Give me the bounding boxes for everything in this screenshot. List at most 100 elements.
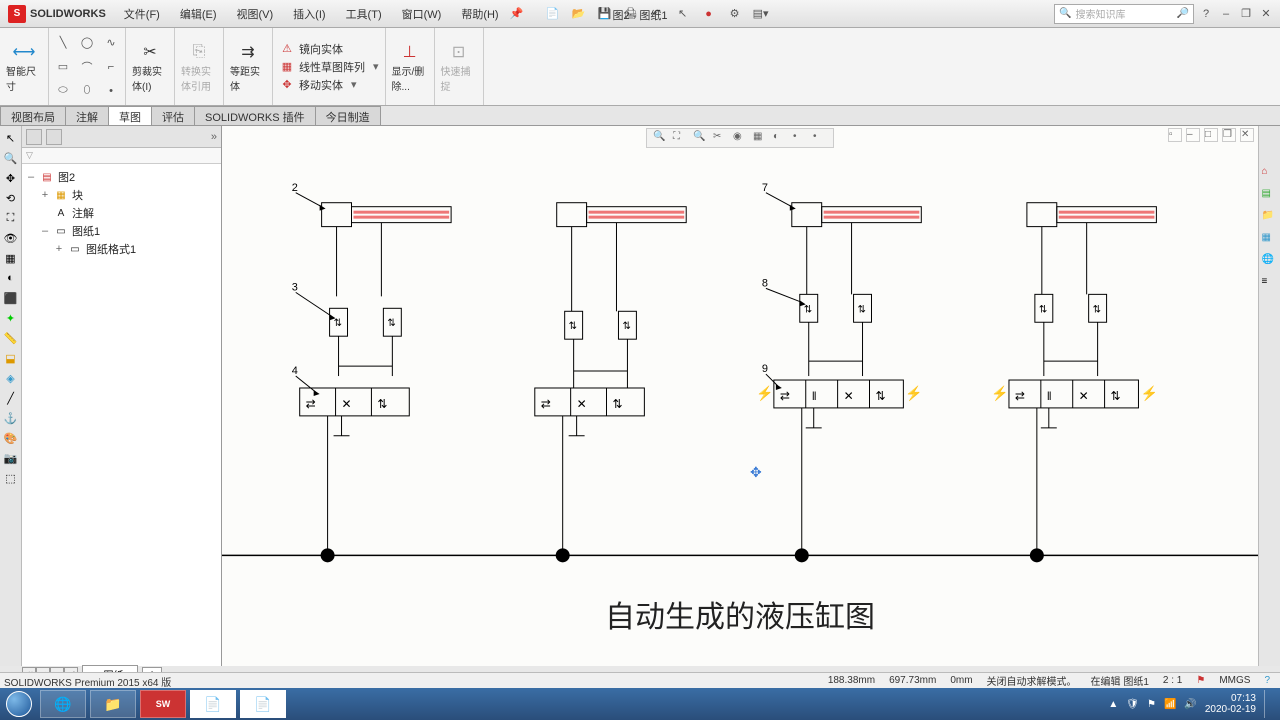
dropdown-icon[interactable]: ▾: [351, 78, 357, 91]
tab-today[interactable]: 今日制造: [315, 106, 381, 125]
appearances-icon[interactable]: 🌐: [1262, 254, 1278, 270]
menu-edit[interactable]: 编辑(E): [170, 6, 227, 22]
fillet-icon[interactable]: ⌐: [103, 59, 119, 75]
linear-pattern-button[interactable]: ▦线性草图阵列▾: [279, 59, 379, 75]
tree-tab1-icon[interactable]: [26, 129, 42, 145]
tray-up-icon[interactable]: ▲: [1108, 699, 1118, 710]
tray-clock[interactable]: 07:13 2020-02-19: [1205, 693, 1256, 715]
status-units[interactable]: MMGS: [1219, 675, 1250, 686]
task-app2[interactable]: 📄: [240, 690, 286, 718]
rect-icon[interactable]: ▭: [55, 59, 71, 75]
help-icon[interactable]: ?: [1198, 6, 1214, 22]
hide-show-icon[interactable]: ◐: [3, 270, 19, 286]
prev-view-icon[interactable]: 🔍: [693, 131, 707, 145]
menu-tools[interactable]: 工具(T): [336, 6, 392, 22]
tree-collapse-icon[interactable]: »: [211, 131, 217, 143]
pushpin-icon[interactable]: 📌: [509, 6, 525, 22]
file-explorer-icon[interactable]: 📁: [1262, 210, 1278, 226]
axis-icon[interactable]: ╱: [3, 390, 19, 406]
dropdown-icon[interactable]: ▾: [373, 60, 379, 73]
task-solidworks[interactable]: SW: [140, 690, 186, 718]
spline-icon[interactable]: ∿: [103, 35, 119, 51]
task-app1[interactable]: 📄: [190, 690, 236, 718]
tray-safety-icon[interactable]: 🛡: [1126, 699, 1139, 710]
display-style-icon[interactable]: ▦: [753, 131, 767, 145]
display-delete-button[interactable]: ⊥ 显示/删除...: [392, 41, 428, 93]
show-desktop[interactable]: [1264, 690, 1272, 718]
circle-icon[interactable]: ◯: [79, 35, 95, 51]
tab-viewlayout[interactable]: 视图布局: [0, 106, 66, 125]
tray-volume-icon[interactable]: 🔊: [1184, 699, 1196, 710]
line-icon[interactable]: ╲: [55, 35, 71, 51]
view-orientation-icon[interactable]: ◉: [733, 131, 747, 145]
options-icon[interactable]: ⚙: [727, 6, 743, 22]
dim-tool-icon[interactable]: ⬓: [3, 350, 19, 366]
slot-icon[interactable]: ⬭: [55, 83, 71, 99]
select-tool-icon[interactable]: ↖: [3, 130, 19, 146]
new-icon[interactable]: 📄: [545, 6, 561, 22]
point-icon[interactable]: •: [103, 83, 119, 99]
tab-evaluate[interactable]: 评估: [151, 106, 195, 125]
smart-dimension-button[interactable]: ⟷ 智能尺寸: [6, 41, 42, 93]
appearance-icon[interactable]: 🎨: [3, 430, 19, 446]
settings-dropdown-icon[interactable]: ▤▾: [753, 6, 769, 22]
custom-props-icon[interactable]: ≡: [1262, 276, 1278, 292]
rotate-icon[interactable]: ⟲: [3, 190, 19, 206]
drawing-canvas[interactable]: 🔍 ⛶ 🔍 ✂ ◉ ▦ ◐ • • ▫ – □ ❐ ✕ 2 3: [222, 126, 1258, 666]
move-entities-button[interactable]: ✥移动实体▾: [279, 77, 357, 93]
display-style-icon[interactable]: ▦: [3, 250, 19, 266]
section-view-icon[interactable]: ✂: [713, 131, 727, 145]
coord-icon[interactable]: ⚓: [3, 410, 19, 426]
edit-appearance-icon[interactable]: •: [793, 131, 807, 145]
select-icon[interactable]: ↖: [675, 6, 691, 22]
tree-filter[interactable]: ▽: [22, 148, 221, 164]
save-icon[interactable]: 💾: [597, 6, 613, 22]
render-icon[interactable]: ⬚: [3, 470, 19, 486]
pan-icon[interactable]: ✥: [3, 170, 19, 186]
mirror-button[interactable]: ⚠镜向实体: [279, 41, 343, 57]
tree-tab2-icon[interactable]: [46, 129, 62, 145]
measure-icon[interactable]: 📏: [3, 330, 19, 346]
menu-window[interactable]: 窗口(W): [392, 6, 452, 22]
tree-sheet1[interactable]: –▭图纸1: [26, 222, 217, 240]
win-normal-icon[interactable]: ▫: [1168, 128, 1182, 142]
start-button[interactable]: [0, 688, 38, 720]
hide-show-items-icon[interactable]: ◐: [773, 131, 787, 145]
search-go-icon[interactable]: 🔎: [1177, 8, 1189, 19]
zoom-fit-icon[interactable]: ⛶: [3, 210, 19, 226]
tab-sketch[interactable]: 草图: [108, 106, 152, 125]
tray-network-icon[interactable]: 📶: [1164, 699, 1176, 710]
restore-icon[interactable]: ❐: [1238, 6, 1254, 22]
rebuild-icon[interactable]: ●: [701, 6, 717, 22]
section-icon[interactable]: ⬛: [3, 290, 19, 306]
search-input[interactable]: 🔍 搜索知识库 🔎: [1054, 4, 1194, 24]
apply-scene-icon[interactable]: •: [813, 131, 827, 145]
tab-swaddins[interactable]: SOLIDWORKS 插件: [194, 106, 316, 125]
tab-annotate[interactable]: 注解: [65, 106, 109, 125]
view-palette-icon[interactable]: ▦: [1262, 232, 1278, 248]
menu-insert[interactable]: 插入(I): [283, 6, 335, 22]
tree-annotations[interactable]: A注解: [26, 204, 217, 222]
status-help-icon[interactable]: ?: [1264, 675, 1270, 686]
tray-action-icon[interactable]: ⚑: [1147, 699, 1156, 710]
open-icon[interactable]: 📂: [571, 6, 587, 22]
win-min-icon[interactable]: –: [1186, 128, 1200, 142]
menu-file[interactable]: 文件(F): [114, 6, 170, 22]
win-max-icon[interactable]: □: [1204, 128, 1218, 142]
minimize-icon[interactable]: –: [1218, 6, 1234, 22]
view-icon[interactable]: 👁: [3, 230, 19, 246]
task-explorer[interactable]: 📁: [90, 690, 136, 718]
status-flag-icon[interactable]: ⚑: [1196, 675, 1205, 686]
menu-help[interactable]: 帮助(H): [451, 6, 508, 22]
tree-sheetformat[interactable]: +▭图纸格式1: [26, 240, 217, 258]
origin-icon[interactable]: ✦: [3, 310, 19, 326]
win-close-icon[interactable]: ✕: [1240, 128, 1254, 142]
trim-button[interactable]: ✂ 剪裁实体(I): [132, 41, 168, 93]
win-restore-icon[interactable]: ❐: [1222, 128, 1236, 142]
close-icon[interactable]: ✕: [1258, 6, 1274, 22]
resources-icon[interactable]: ⌂: [1262, 166, 1278, 182]
design-library-icon[interactable]: ▤: [1262, 188, 1278, 204]
zoom-to-fit-icon[interactable]: 🔍: [653, 131, 667, 145]
plane-icon[interactable]: ◈: [3, 370, 19, 386]
task-ie[interactable]: 🌐: [40, 690, 86, 718]
